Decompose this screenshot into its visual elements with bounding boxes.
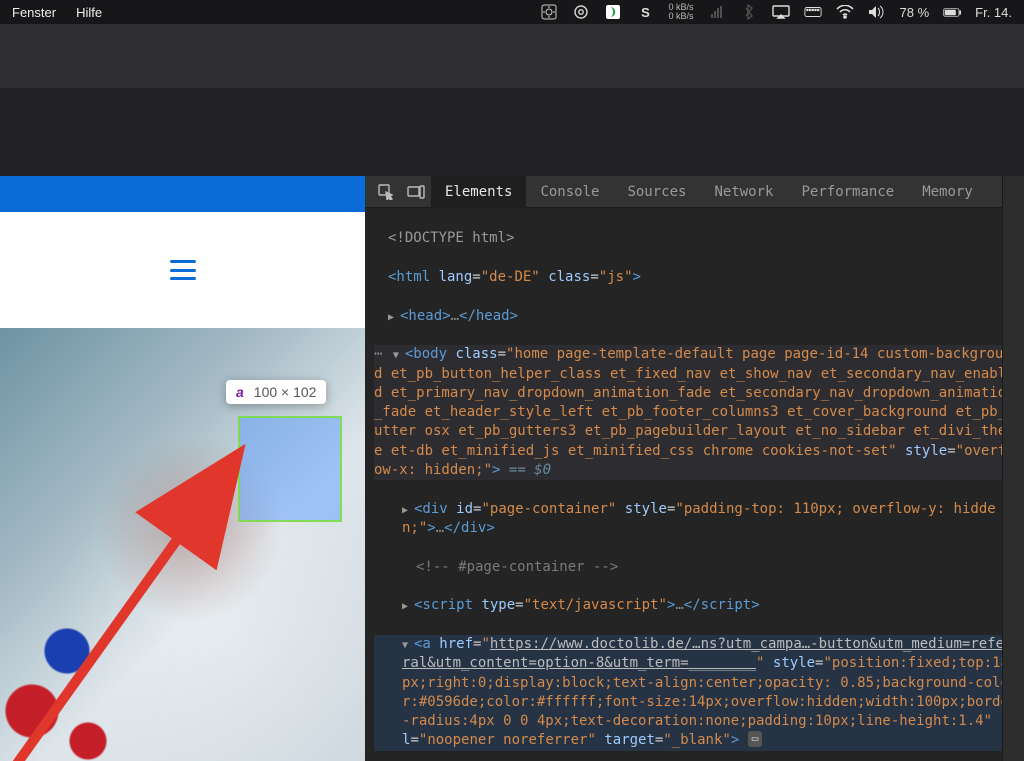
scroll-badge[interactable]: ▭ (748, 731, 763, 746)
eq-icon[interactable] (708, 3, 726, 21)
hamburger-menu-icon[interactable] (170, 260, 196, 280)
app-tray-icon[interactable] (604, 3, 622, 21)
tab-performance[interactable]: Performance (787, 176, 908, 208)
tab-network[interactable]: Network (700, 176, 787, 208)
node-page-container[interactable]: <div id="page-container" style="padding-… (374, 500, 1020, 539)
fan-control-icon[interactable] (540, 3, 558, 21)
airplay-icon[interactable] (772, 3, 790, 21)
devtools-tabbar: Elements Console Sources Network Perform… (365, 176, 1024, 208)
tab-console[interactable]: Console (526, 176, 613, 208)
bluetooth-icon[interactable] (740, 3, 758, 21)
node-body[interactable]: ⋯ <body class="home page-template-defaul… (374, 345, 1020, 480)
wifi-icon[interactable] (836, 3, 854, 21)
battery-icon[interactable] (943, 3, 961, 21)
node-script-1[interactable]: <script type="text/javascript">…</script… (374, 596, 1020, 615)
volume-icon[interactable] (868, 3, 886, 21)
inspect-element-icon[interactable] (371, 176, 401, 208)
macos-menubar: Fenster Hilfe S 0 kB/s0 kB/s (0, 0, 1024, 24)
tab-memory[interactable]: Memory (908, 176, 987, 208)
devtools-panel: Elements Console Sources Network Perform… (365, 176, 1024, 761)
tooltip-tagname: a (236, 384, 244, 400)
window-chrome-gap (0, 88, 1024, 176)
menu-fenster[interactable]: Fenster (12, 5, 56, 20)
node-comment[interactable]: <!-- #page-container --> (374, 558, 1020, 577)
node-doctype[interactable]: <!DOCTYPE html> (374, 229, 1020, 248)
device-toolbar-icon[interactable] (401, 176, 431, 208)
s-tray-icon[interactable]: S (636, 3, 654, 21)
menubar-date[interactable]: Fr. 14. (975, 5, 1012, 20)
tab-elements[interactable]: Elements (431, 176, 526, 208)
keyboard-icon[interactable] (804, 3, 822, 21)
inspector-tooltip: a 100 × 102 (226, 380, 326, 404)
sync-icon[interactable] (572, 3, 590, 21)
window-chrome-top (0, 24, 1024, 88)
inspected-element-overlay (240, 418, 340, 520)
node-html[interactable]: <html lang="de-DE" class="js"> (374, 268, 1020, 287)
node-head[interactable]: <head>…</head> (374, 307, 1020, 326)
battery-percent: 78 % (900, 5, 930, 20)
site-header (0, 212, 365, 328)
devtools-right-rail[interactable] (1002, 176, 1024, 761)
node-anchor[interactable]: <a href="https://www.doctolib.de/…ns?utm… (374, 635, 1020, 751)
network-speed: 0 kB/s0 kB/s (668, 3, 693, 21)
tab-sources[interactable]: Sources (613, 176, 700, 208)
site-top-bar (0, 176, 365, 212)
rendered-page-pane: a 100 × 102 (0, 176, 365, 761)
menu-hilfe[interactable]: Hilfe (76, 5, 102, 20)
tooltip-dimensions: 100 × 102 (254, 384, 317, 400)
elements-tree[interactable]: <!DOCTYPE html> <html lang="de-DE" class… (365, 208, 1024, 761)
